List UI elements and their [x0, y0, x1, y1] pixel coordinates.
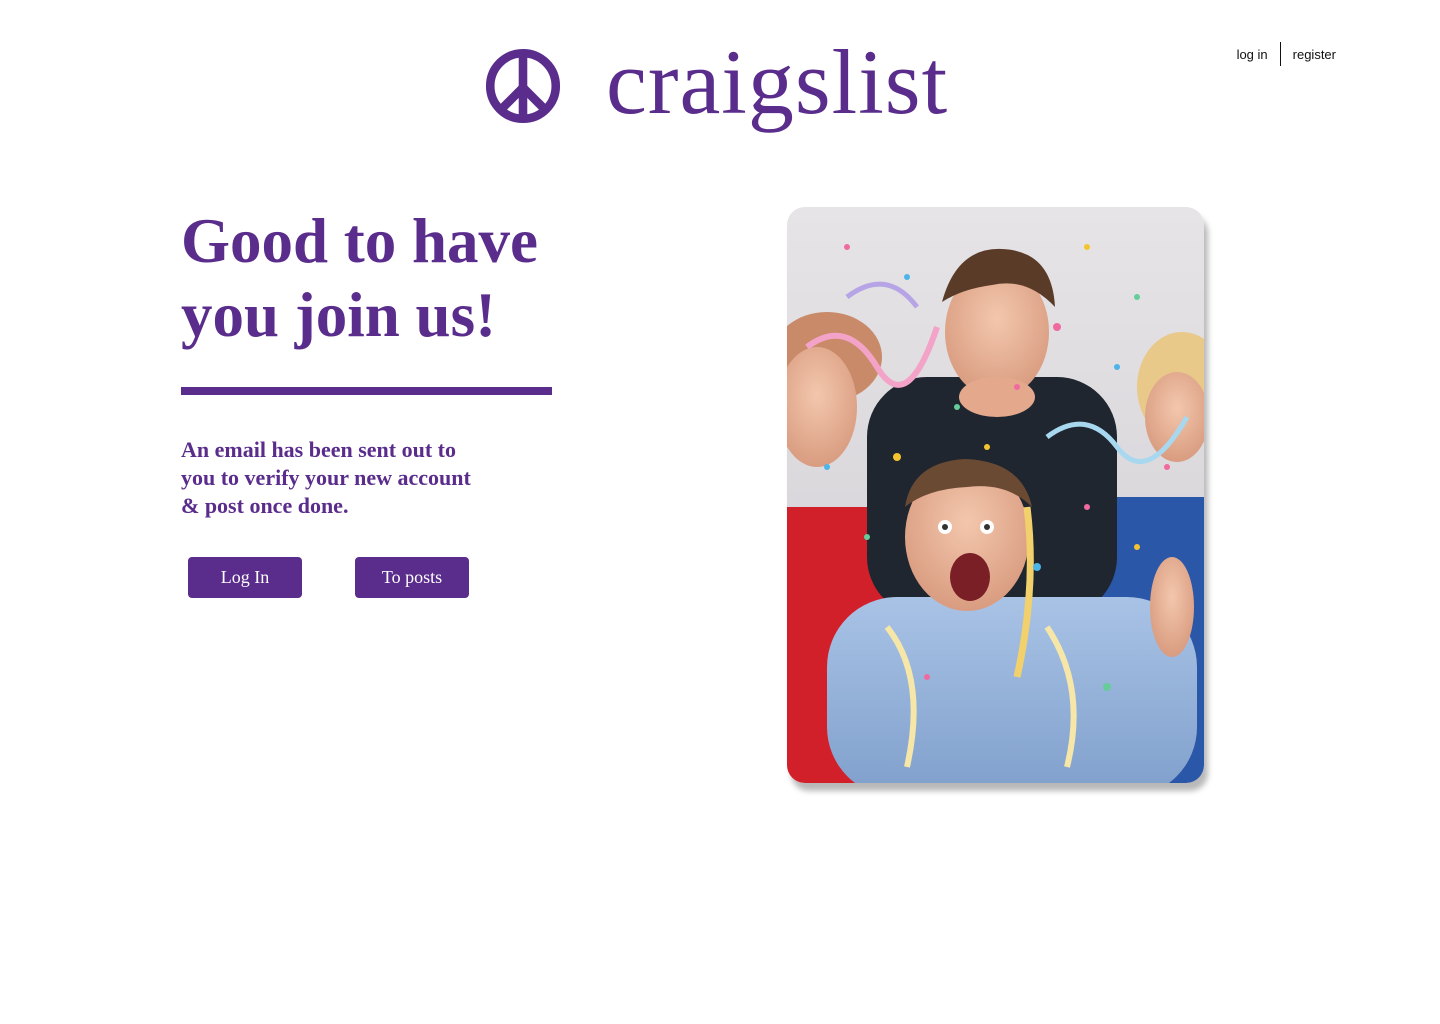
login-link[interactable]: log in [1237, 47, 1268, 62]
title-divider [181, 387, 552, 395]
celebration-photo-illustration [787, 207, 1204, 783]
account-nav: log in register [1237, 42, 1336, 66]
login-button[interactable]: Log In [188, 557, 302, 598]
page: craigslist log in register Good to have … [0, 0, 1440, 1024]
register-link[interactable]: register [1293, 47, 1336, 62]
brand-name: craigslist [606, 31, 949, 133]
verification-message: An email has been sent out to you to ver… [181, 437, 471, 518]
celebration-photo [787, 207, 1204, 783]
peace-sign-icon [485, 48, 561, 124]
site-logo[interactable]: craigslist [484, 36, 948, 132]
nav-divider [1279, 42, 1281, 66]
page-title: Good to have you join us! [181, 206, 539, 350]
to-posts-button[interactable]: To posts [355, 557, 469, 598]
